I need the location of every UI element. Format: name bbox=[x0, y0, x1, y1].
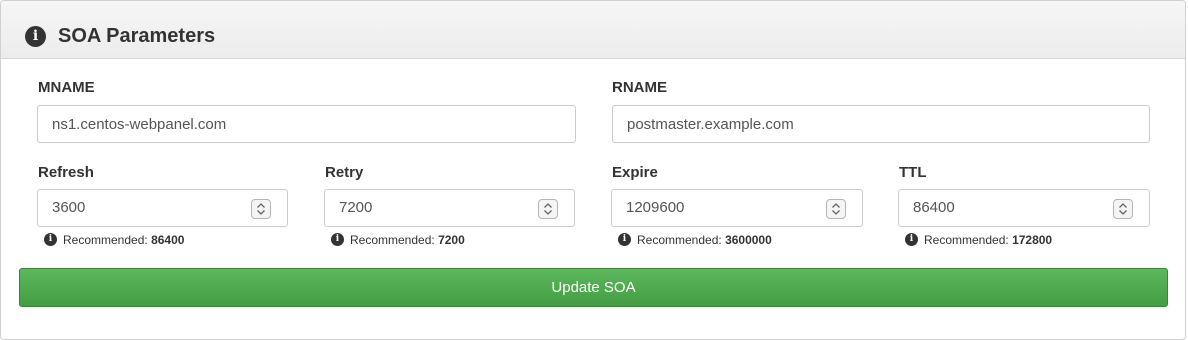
refresh-hint-prefix: Recommended: bbox=[63, 233, 148, 247]
chevron-up-icon[interactable] bbox=[832, 203, 840, 208]
chevron-down-icon[interactable] bbox=[1119, 210, 1127, 215]
refresh-hint: i Recommended: 86400 bbox=[44, 232, 184, 248]
rname-input[interactable] bbox=[612, 105, 1150, 143]
ttl-label: TTL bbox=[899, 164, 927, 181]
mname-label: MNAME bbox=[38, 79, 95, 96]
mname-input[interactable] bbox=[37, 105, 576, 143]
expire-hint-prefix: Recommended: bbox=[637, 233, 722, 247]
update-soa-button[interactable]: Update SOA bbox=[19, 268, 1168, 307]
refresh-value: 3600 bbox=[52, 199, 86, 216]
expire-recommended: 3600000 bbox=[725, 233, 772, 247]
retry-hint: i Recommended: 7200 bbox=[331, 232, 465, 248]
info-circle-icon: i bbox=[25, 26, 46, 47]
ttl-spinner[interactable] bbox=[1113, 199, 1133, 219]
refresh-recommended: 86400 bbox=[151, 233, 185, 247]
retry-input[interactable]: 7200 bbox=[324, 189, 575, 227]
retry-label: Retry bbox=[325, 164, 364, 181]
retry-spinner[interactable] bbox=[538, 199, 558, 219]
refresh-spinner[interactable] bbox=[251, 199, 271, 219]
panel-title: SOA Parameters bbox=[58, 25, 216, 47]
ttl-recommended: 172800 bbox=[1012, 233, 1053, 247]
expire-spinner[interactable] bbox=[826, 199, 846, 219]
refresh-label: Refresh bbox=[38, 164, 94, 181]
retry-recommended: 7200 bbox=[438, 233, 465, 247]
chevron-down-icon[interactable] bbox=[832, 210, 840, 215]
expire-value: 1209600 bbox=[626, 199, 685, 216]
expire-input[interactable]: 1209600 bbox=[611, 189, 863, 227]
chevron-down-icon[interactable] bbox=[544, 210, 552, 215]
chevron-up-icon[interactable] bbox=[1119, 203, 1127, 208]
info-circle-icon: i bbox=[618, 233, 631, 247]
expire-hint: i Recommended: 3600000 bbox=[618, 232, 772, 248]
expire-label: Expire bbox=[612, 164, 658, 181]
retry-value: 7200 bbox=[339, 199, 373, 216]
info-circle-icon: i bbox=[331, 233, 344, 247]
info-circle-icon: i bbox=[905, 233, 918, 247]
ttl-value: 86400 bbox=[913, 199, 955, 216]
info-circle-icon: i bbox=[44, 233, 57, 247]
refresh-input[interactable]: 3600 bbox=[37, 189, 288, 227]
chevron-up-icon[interactable] bbox=[544, 203, 552, 208]
ttl-hint-prefix: Recommended: bbox=[924, 233, 1009, 247]
ttl-hint: i Recommended: 172800 bbox=[905, 232, 1052, 248]
chevron-up-icon[interactable] bbox=[257, 203, 265, 208]
rname-label: RNAME bbox=[612, 79, 667, 96]
chevron-down-icon[interactable] bbox=[257, 210, 265, 215]
retry-hint-prefix: Recommended: bbox=[350, 233, 435, 247]
ttl-input[interactable]: 86400 bbox=[898, 189, 1150, 227]
panel-heading: i SOA Parameters bbox=[1, 1, 1185, 59]
